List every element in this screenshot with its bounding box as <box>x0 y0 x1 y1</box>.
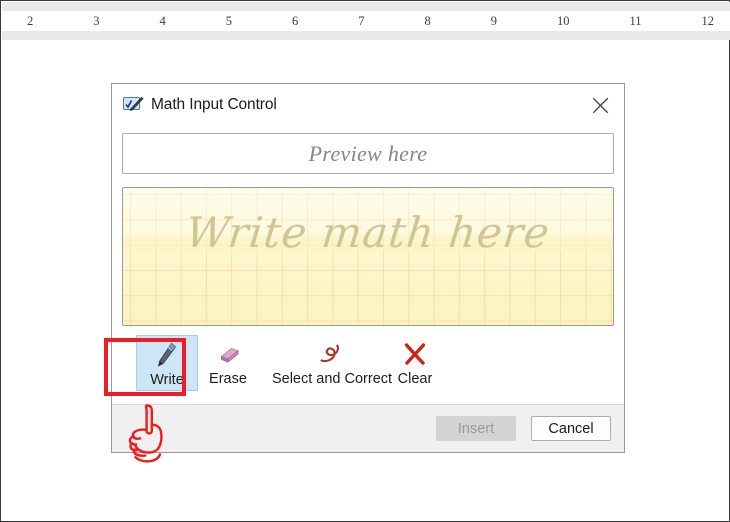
ruler-number-11: 11 <box>627 11 645 31</box>
close-icon[interactable] <box>583 90 617 120</box>
dialog-titlebar[interactable]: Math Input Control <box>112 84 624 127</box>
tool-button-clear[interactable]: Clear <box>384 335 446 391</box>
write-area-placeholder-text: Write math here <box>122 208 614 257</box>
ruler-number-12: 12 <box>699 11 718 31</box>
tool-label-write: Write <box>150 371 184 389</box>
tool-label-select-and-correct: Select and Correct <box>272 370 392 388</box>
ruler-number-6: 6 <box>289 11 301 31</box>
preview-field: Preview here <box>122 133 614 174</box>
ruler-number-2: 2 <box>24 11 36 31</box>
tool-label-clear: Clear <box>398 370 433 388</box>
ruler-number-4: 4 <box>157 11 169 31</box>
ruler-number-9: 9 <box>488 11 500 31</box>
preview-placeholder-text: Preview here <box>309 141 428 167</box>
dialog-title: Math Input Control <box>151 95 277 115</box>
insert-button[interactable]: Insert <box>436 416 516 441</box>
math-input-control-icon <box>123 96 145 114</box>
ruler-top-band <box>2 2 730 11</box>
cancel-button[interactable]: Cancel <box>531 416 611 441</box>
ruler-number-5: 5 <box>223 11 235 31</box>
ruler-bottom-band <box>2 31 730 40</box>
insert-button-label: Insert <box>458 421 494 437</box>
pen-icon <box>154 340 180 370</box>
cancel-button-label: Cancel <box>548 421 593 437</box>
ink-write-area[interactable]: Write math here <box>122 187 614 326</box>
ruler-number-10: 10 <box>554 11 573 31</box>
document-page: 234567891011121314 Math Input Control <box>0 0 730 522</box>
tool-label-erase: Erase <box>209 370 247 388</box>
lasso-icon <box>315 339 349 369</box>
tool-button-write[interactable]: Write <box>136 335 198 391</box>
ruler-number-8: 8 <box>422 11 434 31</box>
ruler-number-7: 7 <box>355 11 367 31</box>
red-x-icon <box>402 339 428 369</box>
dialog-footer: Insert Cancel <box>112 404 624 452</box>
math-input-control-dialog: Math Input Control Preview here Write ma… <box>111 83 625 453</box>
ruler-number-3: 3 <box>90 11 102 31</box>
eraser-icon <box>214 339 242 369</box>
horizontal-ruler[interactable]: 234567891011121314 <box>2 2 730 40</box>
ruler-scale[interactable]: 234567891011121314 <box>2 11 730 31</box>
ink-toolbar: Write Erase Select and <box>122 335 614 393</box>
tool-button-erase[interactable]: Erase <box>198 335 258 391</box>
